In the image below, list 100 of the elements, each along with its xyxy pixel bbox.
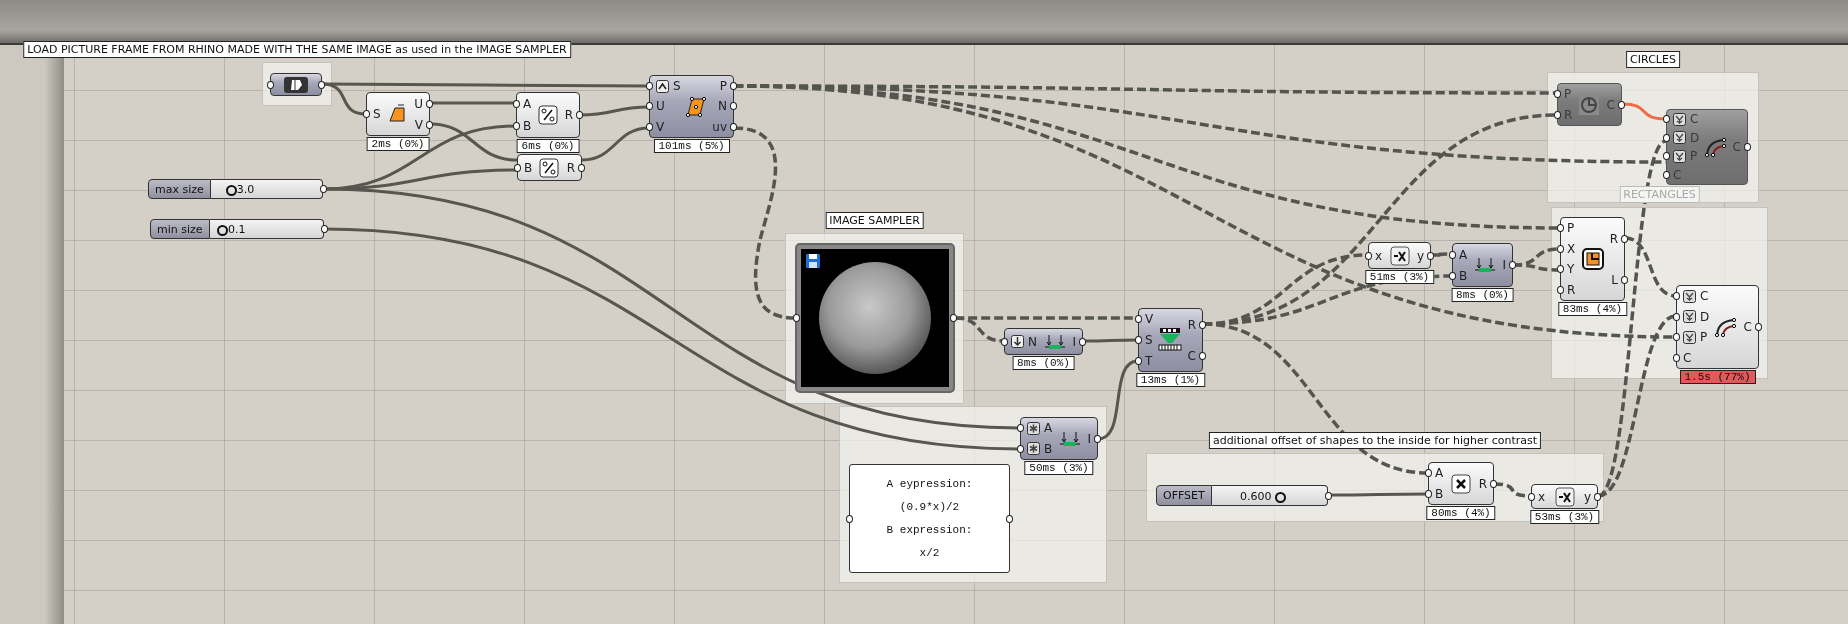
input-grip[interactable] — [846, 514, 853, 523]
input-label: B — [1459, 269, 1468, 282]
output-grip[interactable] — [1325, 491, 1332, 500]
input-label: C — [1700, 290, 1709, 303]
circle-icon — [1578, 93, 1601, 116]
output-grip[interactable] — [1594, 492, 1601, 501]
input-label: D — [1690, 131, 1700, 144]
output-grip[interactable] — [426, 99, 433, 108]
output-label: y — [1583, 490, 1591, 503]
input-label: S — [1145, 334, 1153, 346]
output-grip[interactable] — [426, 120, 433, 129]
input-label: P — [1700, 331, 1708, 344]
output-grip[interactable] — [1094, 434, 1101, 443]
input-grip[interactable] — [1017, 424, 1024, 433]
input-grip[interactable] — [646, 122, 653, 131]
input-label: P — [1567, 222, 1575, 235]
input-grip[interactable] — [646, 102, 653, 111]
input-grip[interactable] — [1673, 292, 1680, 301]
slider-label: OFFSET — [1156, 485, 1212, 506]
slider-track[interactable]: 0.600 — [1211, 485, 1328, 506]
input-label: N — [1028, 335, 1037, 348]
slider-knob[interactable] — [216, 225, 228, 236]
output-grip[interactable] — [1427, 251, 1434, 260]
output-grip[interactable] — [1509, 261, 1516, 269]
input-grip[interactable] — [1135, 336, 1142, 344]
input-grip[interactable] — [1557, 224, 1564, 233]
input-grip[interactable] — [267, 80, 274, 89]
input-label: X — [1567, 242, 1576, 255]
output-grip[interactable] — [1199, 351, 1206, 360]
output-grip[interactable] — [1079, 337, 1086, 346]
input-label: B — [524, 161, 533, 174]
graft-icon — [1683, 289, 1696, 303]
component-node[interactable]: B R — [517, 154, 582, 181]
timing-label: 6ms (0%) — [516, 139, 580, 153]
input-grip[interactable] — [1425, 489, 1432, 498]
output-grip[interactable] — [730, 102, 737, 111]
input-label: R — [1564, 108, 1573, 121]
timing-label: 80ms (4%) — [1426, 506, 1496, 520]
output-label: C — [1743, 321, 1752, 333]
slider-knob[interactable] — [225, 185, 237, 196]
text-panel[interactable]: A eypression: (0.9*x)/2 B expression: x/2 — [849, 464, 1010, 573]
graft-icon — [1673, 131, 1686, 145]
output-grip[interactable] — [318, 80, 325, 89]
timing-label: 83ms (4%) — [1557, 302, 1628, 316]
input-label: D — [1700, 310, 1710, 323]
component-node[interactable] — [270, 73, 322, 96]
output-grip[interactable] — [1006, 514, 1013, 523]
input-label: C — [1683, 351, 1692, 364]
slider-track[interactable]: 0.1 — [209, 219, 324, 239]
input-grip[interactable] — [514, 163, 521, 172]
input-grip[interactable] — [1135, 315, 1142, 324]
output-label: C — [1187, 349, 1196, 362]
input-grip[interactable] — [1001, 337, 1008, 346]
input-grip[interactable] — [1425, 469, 1432, 478]
timing-label: 101ms (5%) — [653, 139, 730, 153]
output-grip[interactable] — [1490, 479, 1497, 488]
rectangle-icon — [1580, 247, 1605, 271]
output-label: R — [1478, 477, 1487, 490]
slider-knob[interactable] — [1274, 491, 1286, 503]
output-grip[interactable] — [320, 185, 327, 193]
input-grip[interactable] — [1673, 333, 1680, 342]
input-grip[interactable] — [363, 110, 370, 118]
input-label: A — [523, 98, 532, 110]
input-grip[interactable] — [1557, 285, 1564, 294]
output-grip[interactable] — [730, 82, 737, 91]
multiply-icon — [1450, 473, 1471, 494]
timing-label: 8ms (0%) — [1451, 288, 1514, 302]
output-grip[interactable] — [576, 111, 583, 119]
input-grip[interactable] — [1365, 251, 1372, 260]
input-grip[interactable] — [1528, 492, 1535, 501]
output-grip[interactable] — [950, 314, 957, 322]
input-grip[interactable] — [1449, 271, 1456, 280]
input-label: R — [1567, 283, 1576, 296]
expression-icon — [1027, 421, 1040, 435]
input-label: B — [1435, 487, 1444, 500]
input-grip[interactable] — [513, 100, 520, 108]
input-grip[interactable] — [1449, 250, 1456, 259]
input-grip[interactable] — [513, 122, 520, 130]
output-grip[interactable] — [1621, 275, 1628, 284]
input-grip[interactable] — [1557, 265, 1564, 274]
output-grip[interactable] — [321, 225, 328, 233]
output-label: R — [564, 109, 573, 121]
input-grip[interactable] — [1673, 353, 1680, 362]
input-grip[interactable] — [1135, 356, 1142, 365]
input-grip[interactable] — [1673, 312, 1680, 321]
input-grip[interactable] — [1017, 444, 1024, 453]
panel-text: x/2 — [919, 546, 940, 559]
expression-icon — [1027, 442, 1040, 456]
output-grip[interactable] — [1199, 320, 1206, 329]
input-grip[interactable] — [793, 314, 800, 322]
output-grip[interactable] — [1621, 234, 1628, 243]
output-grip[interactable] — [578, 163, 585, 172]
output-grip[interactable] — [1755, 323, 1762, 331]
slider-value: 0.1 — [227, 222, 246, 236]
slider-track[interactable]: 3.0 — [210, 179, 323, 199]
output-label: N — [718, 100, 727, 113]
output-grip[interactable] — [730, 122, 737, 131]
input-grip[interactable] — [1557, 244, 1564, 253]
input-grip[interactable] — [646, 82, 653, 91]
slider-label: max size — [148, 179, 211, 199]
